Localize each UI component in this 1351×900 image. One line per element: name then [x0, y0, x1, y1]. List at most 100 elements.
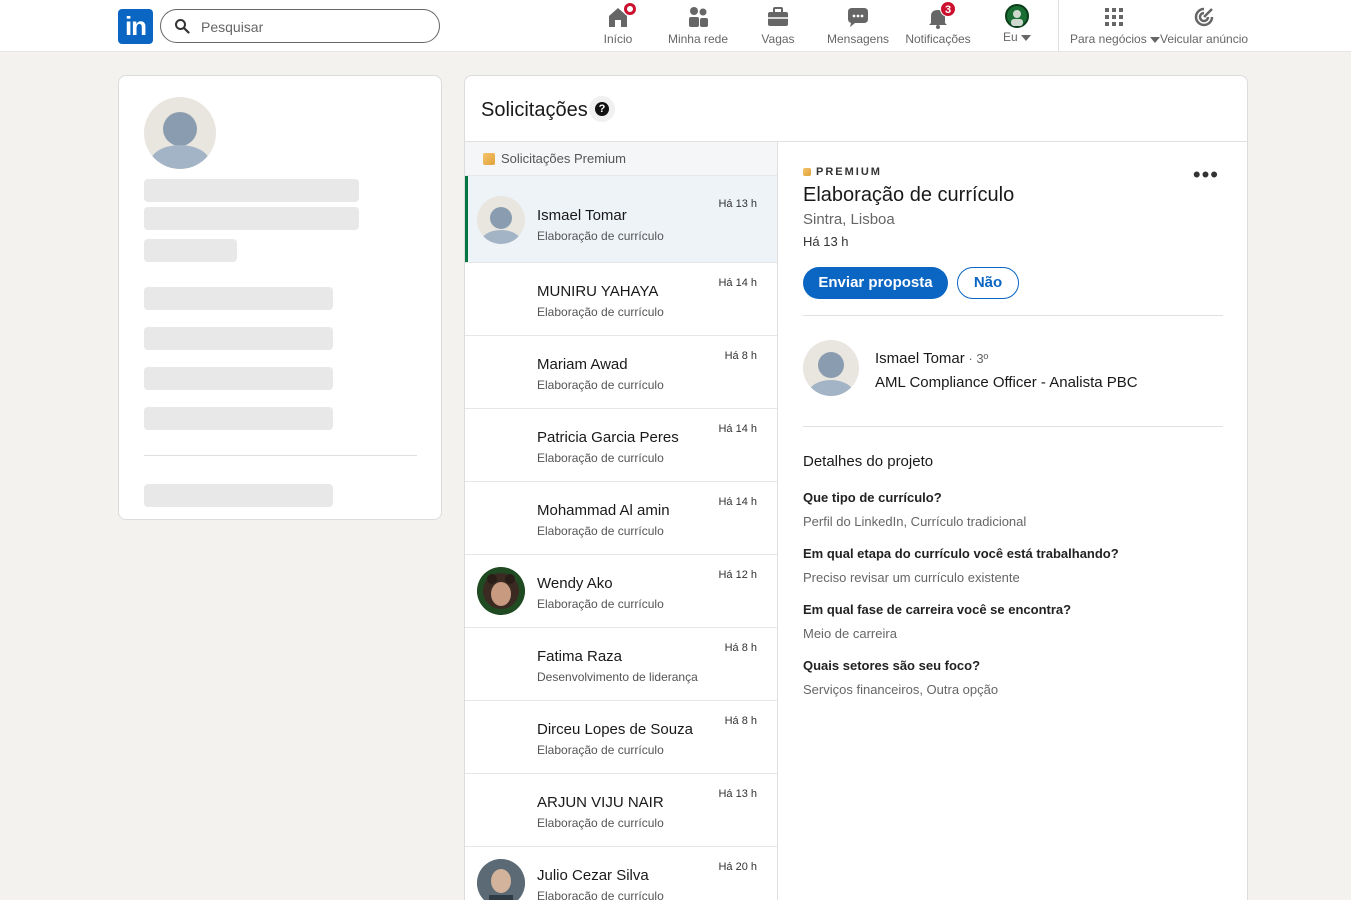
list-item[interactable]: Patricia Garcia Peres Elaboração de curr… — [465, 409, 777, 482]
request-time: Há 13 h — [718, 198, 757, 210]
messages-icon — [845, 4, 871, 30]
notifications-badge: 3 — [940, 1, 956, 17]
nav-me[interactable]: Eu — [1000, 4, 1034, 48]
divider — [803, 426, 1223, 427]
request-detail: PREMIUM ••• Elaboração de currículo Sint… — [779, 142, 1247, 900]
request-location: Sintra, Lisboa — [803, 211, 895, 228]
help-icon[interactable]: ? — [589, 96, 615, 122]
advertise-icon — [1191, 4, 1217, 30]
request-service: Elaboração de currículo — [537, 597, 664, 611]
search-icon — [175, 19, 190, 34]
request-time: Há 8 h — [724, 642, 757, 654]
list-item[interactable]: Dirceu Lopes de Souza Elaboração de curr… — [465, 701, 777, 774]
requests-header: Solicitações ? — [465, 76, 1247, 142]
request-service: Elaboração de currículo — [537, 889, 664, 900]
requester-name: Fatima Raza — [537, 648, 623, 665]
avatar[interactable] — [803, 340, 859, 396]
skeleton-line — [144, 207, 359, 230]
search-box[interactable] — [160, 9, 440, 43]
list-item[interactable]: Julio Cezar Silva Elaboração de currícul… — [465, 847, 777, 900]
divider — [144, 455, 417, 456]
bell-icon: 3 — [925, 1, 956, 30]
requests-panel: Solicitações ? Solicitações Premium Isma… — [464, 75, 1248, 900]
list-item[interactable]: Mohammad Al amin Elaboração de currículo… — [465, 482, 777, 555]
list-item[interactable]: Ismael Tomar Elaboração de currículo Há … — [465, 176, 777, 263]
avatar — [477, 567, 525, 615]
question: Que tipo de currículo? — [803, 490, 942, 505]
nav-advertise[interactable]: Veicular anúncio — [1160, 4, 1248, 48]
request-time: Há 20 h — [718, 861, 757, 873]
list-item[interactable]: Fatima Raza Desenvolvimento de liderança… — [465, 628, 777, 701]
nav-business[interactable]: Para negócios — [1070, 4, 1161, 48]
premium-label: PREMIUM — [816, 166, 882, 178]
requests-list: Solicitações Premium Ismael Tomar Elabor… — [465, 142, 778, 900]
request-time: Há 8 h — [724, 350, 757, 362]
question: Quais setores são seu foco? — [803, 658, 981, 673]
nav-messages-label: Mensagens — [826, 32, 890, 46]
requester-headline: AML Compliance Officer - Analista PBC — [875, 374, 1138, 391]
nav-notifications[interactable]: 3 Notificações — [903, 1, 973, 48]
grid-icon — [1101, 4, 1127, 30]
answer: Preciso revisar um currículo existente — [803, 570, 1020, 585]
answer: Perfil do LinkedIn, Currículo tradiciona… — [803, 514, 1027, 529]
question: Em qual etapa do currículo você está tra… — [803, 546, 1119, 561]
requester-name: Patricia Garcia Peres — [537, 429, 679, 446]
request-title: Elaboração de currículo — [803, 184, 1015, 206]
nav-divider — [1058, 0, 1059, 52]
briefcase-icon — [765, 4, 791, 30]
nav-advertise-label: Veicular anúncio — [1160, 32, 1249, 46]
request-service: Elaboração de currículo — [537, 451, 664, 465]
request-service: Elaboração de currículo — [537, 743, 664, 757]
skeleton-line — [144, 287, 333, 310]
request-time: Há 8 h — [724, 715, 757, 727]
decline-button[interactable]: Não — [957, 267, 1019, 299]
search-input[interactable] — [201, 16, 421, 38]
chevron-down-icon — [1021, 34, 1032, 41]
nav-messages[interactable]: Mensagens — [826, 4, 890, 48]
nav-notifications-label: Notificações — [905, 32, 971, 46]
skeleton-line — [144, 239, 237, 262]
nav-jobs[interactable]: Vagas — [759, 4, 797, 48]
more-options-icon[interactable]: ••• — [1193, 164, 1219, 186]
request-time: Há 14 h — [718, 496, 757, 508]
profile-avatar — [1005, 4, 1029, 28]
nav-home-label: Início — [603, 32, 633, 46]
requester-name: Dirceu Lopes de Souza — [537, 721, 693, 738]
list-header-label: Solicitações Premium — [501, 151, 626, 166]
nav-network[interactable]: Minha rede — [664, 4, 732, 48]
request-time: Há 14 h — [718, 423, 757, 435]
skeleton-line — [144, 484, 333, 507]
list-header: Solicitações Premium — [465, 142, 777, 176]
nav-home[interactable]: Início — [600, 2, 637, 48]
home-badge — [623, 2, 637, 16]
linkedin-logo[interactable]: in — [118, 9, 153, 44]
list-item[interactable]: Mariam Awad Elaboração de currículo Há 8… — [465, 336, 777, 409]
chevron-down-icon — [1150, 36, 1161, 43]
skeleton-line — [144, 327, 333, 350]
skeleton-line — [144, 367, 333, 390]
requester-name[interactable]: Ismael Tomar · 3º — [875, 350, 988, 367]
nav-jobs-label: Vagas — [761, 32, 795, 46]
request-service: Elaboração de currículo — [537, 524, 664, 538]
list-item[interactable]: MUNIRU YAHAYA Elaboração de currículo Há… — [465, 263, 777, 336]
nav-me-label: Eu — [1000, 30, 1034, 44]
request-service: Elaboração de currículo — [537, 816, 664, 830]
project-details-heading: Detalhes do projeto — [803, 453, 934, 470]
divider — [803, 315, 1223, 316]
request-service: Elaboração de currículo — [537, 305, 664, 319]
request-service: Elaboração de currículo — [537, 378, 664, 392]
avatar-placeholder — [144, 97, 216, 169]
avatar — [477, 859, 525, 900]
nav-network-label: Minha rede — [667, 32, 729, 46]
top-nav: in Início Minha rede Vagas Mensagens 3 — [0, 0, 1351, 52]
list-item[interactable]: Wendy Ako Elaboração de currículo Há 12 … — [465, 555, 777, 628]
skeleton-line — [144, 179, 359, 202]
requester-name: Wendy Ako — [537, 575, 613, 592]
nav-business-label: Para negócios — [1070, 32, 1161, 46]
request-time: Há 12 h — [718, 569, 757, 581]
request-time: Há 14 h — [718, 277, 757, 289]
network-icon — [685, 4, 711, 30]
send-proposal-button[interactable]: Enviar proposta — [803, 267, 948, 299]
requester-name: Julio Cezar Silva — [537, 867, 649, 884]
list-item[interactable]: ARJUN VIJU NAIR Elaboração de currículo … — [465, 774, 777, 847]
